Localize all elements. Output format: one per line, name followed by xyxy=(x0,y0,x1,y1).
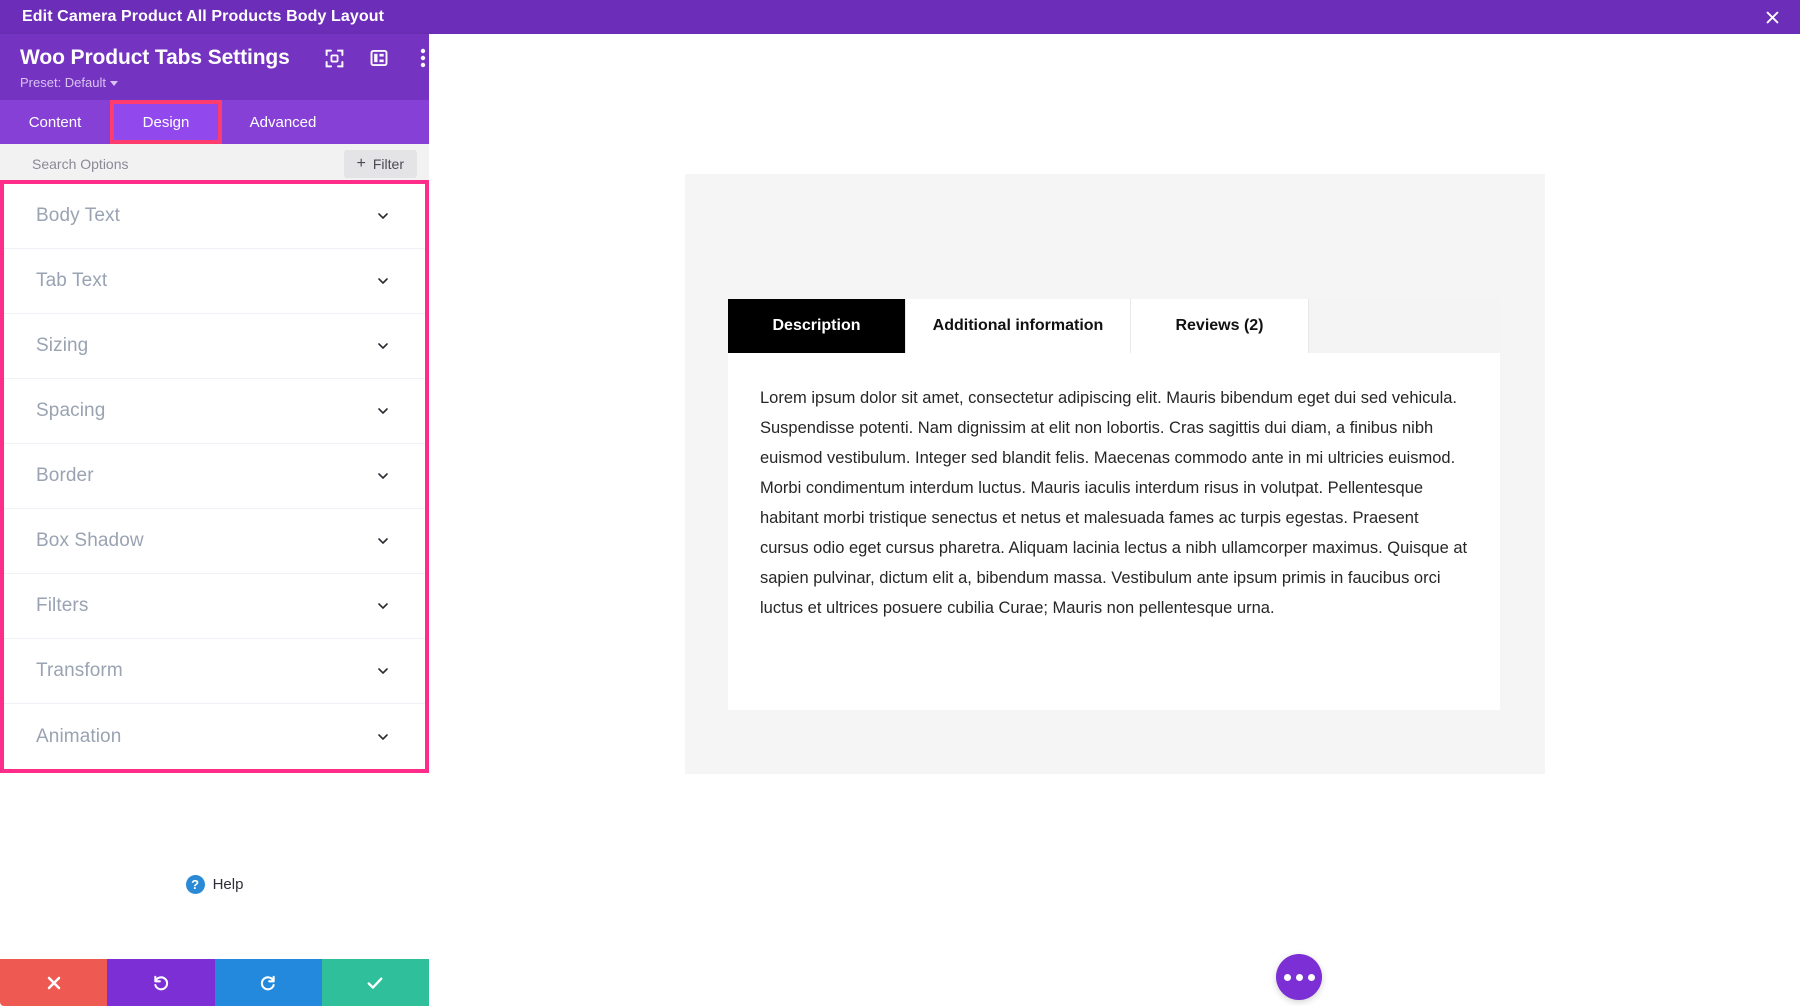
editor-root: Edit Camera Product All Products Body La… xyxy=(0,0,1800,1006)
filter-button-label: Filter xyxy=(372,155,404,172)
undo-icon xyxy=(154,975,168,990)
section-label: Transform xyxy=(36,660,123,681)
redo-button[interactable] xyxy=(214,959,322,1006)
chevron-down-icon xyxy=(378,733,388,740)
design-options-accordion: Body Text Tab Text Sizing Spacing Border xyxy=(0,180,429,773)
save-button[interactable] xyxy=(321,959,429,1006)
dot-icon xyxy=(1295,973,1303,981)
panel-layout-icon[interactable] xyxy=(368,47,390,69)
section-label: Border xyxy=(36,465,94,486)
section-tab-text[interactable]: Tab Text xyxy=(4,249,425,314)
plus-icon: + xyxy=(356,154,366,172)
settings-panel: Woo Product Tabs Settings Preset: Defaul… xyxy=(0,34,429,1006)
section-label: Box Shadow xyxy=(36,530,144,551)
chevron-down-icon xyxy=(378,213,388,219)
product-tab-description[interactable]: Description xyxy=(728,299,906,353)
chevron-down-icon xyxy=(378,278,388,284)
section-label: Body Text xyxy=(36,205,120,226)
help-area: ? Help xyxy=(0,773,429,959)
top-bar: Edit Camera Product All Products Body La… xyxy=(0,0,1800,34)
product-tab-label: Description xyxy=(772,317,861,334)
section-transform[interactable]: Transform xyxy=(4,639,425,704)
settings-header-icons xyxy=(324,47,434,69)
product-tabs-nav: Description Additional information Revie… xyxy=(728,299,1500,353)
question-mark-icon: ? xyxy=(185,874,205,894)
product-tab-label: Reviews (2) xyxy=(1175,317,1264,334)
dot-icon xyxy=(1283,973,1291,981)
close-icon xyxy=(1766,11,1778,23)
tab-content[interactable]: Content xyxy=(0,100,110,144)
help-link[interactable]: ? Help xyxy=(185,809,244,959)
dot-icon xyxy=(1307,973,1315,981)
section-border[interactable]: Border xyxy=(4,444,425,509)
section-label: Sizing xyxy=(36,335,89,356)
section-label: Tab Text xyxy=(36,270,108,291)
search-row: + Filter xyxy=(0,144,429,184)
chevron-down-icon xyxy=(110,81,118,86)
chevron-down-icon xyxy=(378,603,388,609)
panel-action-bar xyxy=(0,959,429,1006)
tab-design[interactable]: Design xyxy=(110,100,222,144)
more-options-fab[interactable] xyxy=(1276,954,1322,1000)
section-box-shadow[interactable]: Box Shadow xyxy=(4,509,425,574)
preset-label: Preset: Default xyxy=(20,75,106,90)
section-animation[interactable]: Animation xyxy=(4,704,425,769)
product-tab-label: Additional information xyxy=(932,317,1104,334)
settings-tab-bar: Content Design Advanced xyxy=(0,100,429,144)
section-label: Spacing xyxy=(36,400,106,421)
chevron-down-icon xyxy=(378,343,388,349)
check-icon xyxy=(367,977,383,989)
chevron-down-icon xyxy=(378,538,388,544)
chevron-down-icon xyxy=(378,668,388,674)
product-description-text: Lorem ipsum dolor sit amet, consectetur … xyxy=(760,389,1468,617)
chevron-down-icon xyxy=(378,408,388,414)
settings-title: Woo Product Tabs Settings xyxy=(20,46,290,69)
preview-section: Description Additional information Revie… xyxy=(685,174,1545,1000)
woo-product-tabs-module: Description Additional information Revie… xyxy=(728,299,1500,710)
redo-icon xyxy=(261,975,275,990)
product-tab-reviews[interactable]: Reviews (2) xyxy=(1131,299,1309,353)
section-label: Animation xyxy=(36,725,122,747)
section-filters[interactable]: Filters xyxy=(4,574,425,639)
cancel-button[interactable] xyxy=(0,959,108,1006)
close-editor-button[interactable] xyxy=(1744,0,1800,34)
focus-frame-icon[interactable] xyxy=(324,47,346,69)
section-spacing[interactable]: Spacing xyxy=(4,379,425,444)
section-body-text[interactable]: Body Text xyxy=(4,184,425,249)
search-input[interactable] xyxy=(32,155,282,172)
tab-advanced-label: Advanced xyxy=(249,113,317,131)
product-tab-panel: Lorem ipsum dolor sit amet, consectetur … xyxy=(728,353,1500,710)
product-tab-additional-information[interactable]: Additional information xyxy=(906,299,1131,353)
section-label: Filters xyxy=(36,595,89,616)
section-sizing[interactable]: Sizing xyxy=(4,314,425,379)
preview-canvas: Description Additional information Revie… xyxy=(429,34,1800,1006)
tab-content-label: Content xyxy=(28,113,82,131)
x-icon xyxy=(47,976,60,989)
filter-button[interactable]: + Filter xyxy=(343,149,417,178)
settings-panel-header: Woo Product Tabs Settings Preset: Defaul… xyxy=(0,34,429,100)
tab-design-label: Design xyxy=(142,113,190,131)
preset-selector[interactable]: Preset: Default xyxy=(0,70,429,90)
chevron-down-icon xyxy=(378,473,388,479)
undo-button[interactable] xyxy=(107,959,215,1006)
tab-advanced[interactable]: Advanced xyxy=(222,100,344,144)
page-title: Edit Camera Product All Products Body La… xyxy=(22,8,385,25)
help-label: Help xyxy=(212,875,244,893)
